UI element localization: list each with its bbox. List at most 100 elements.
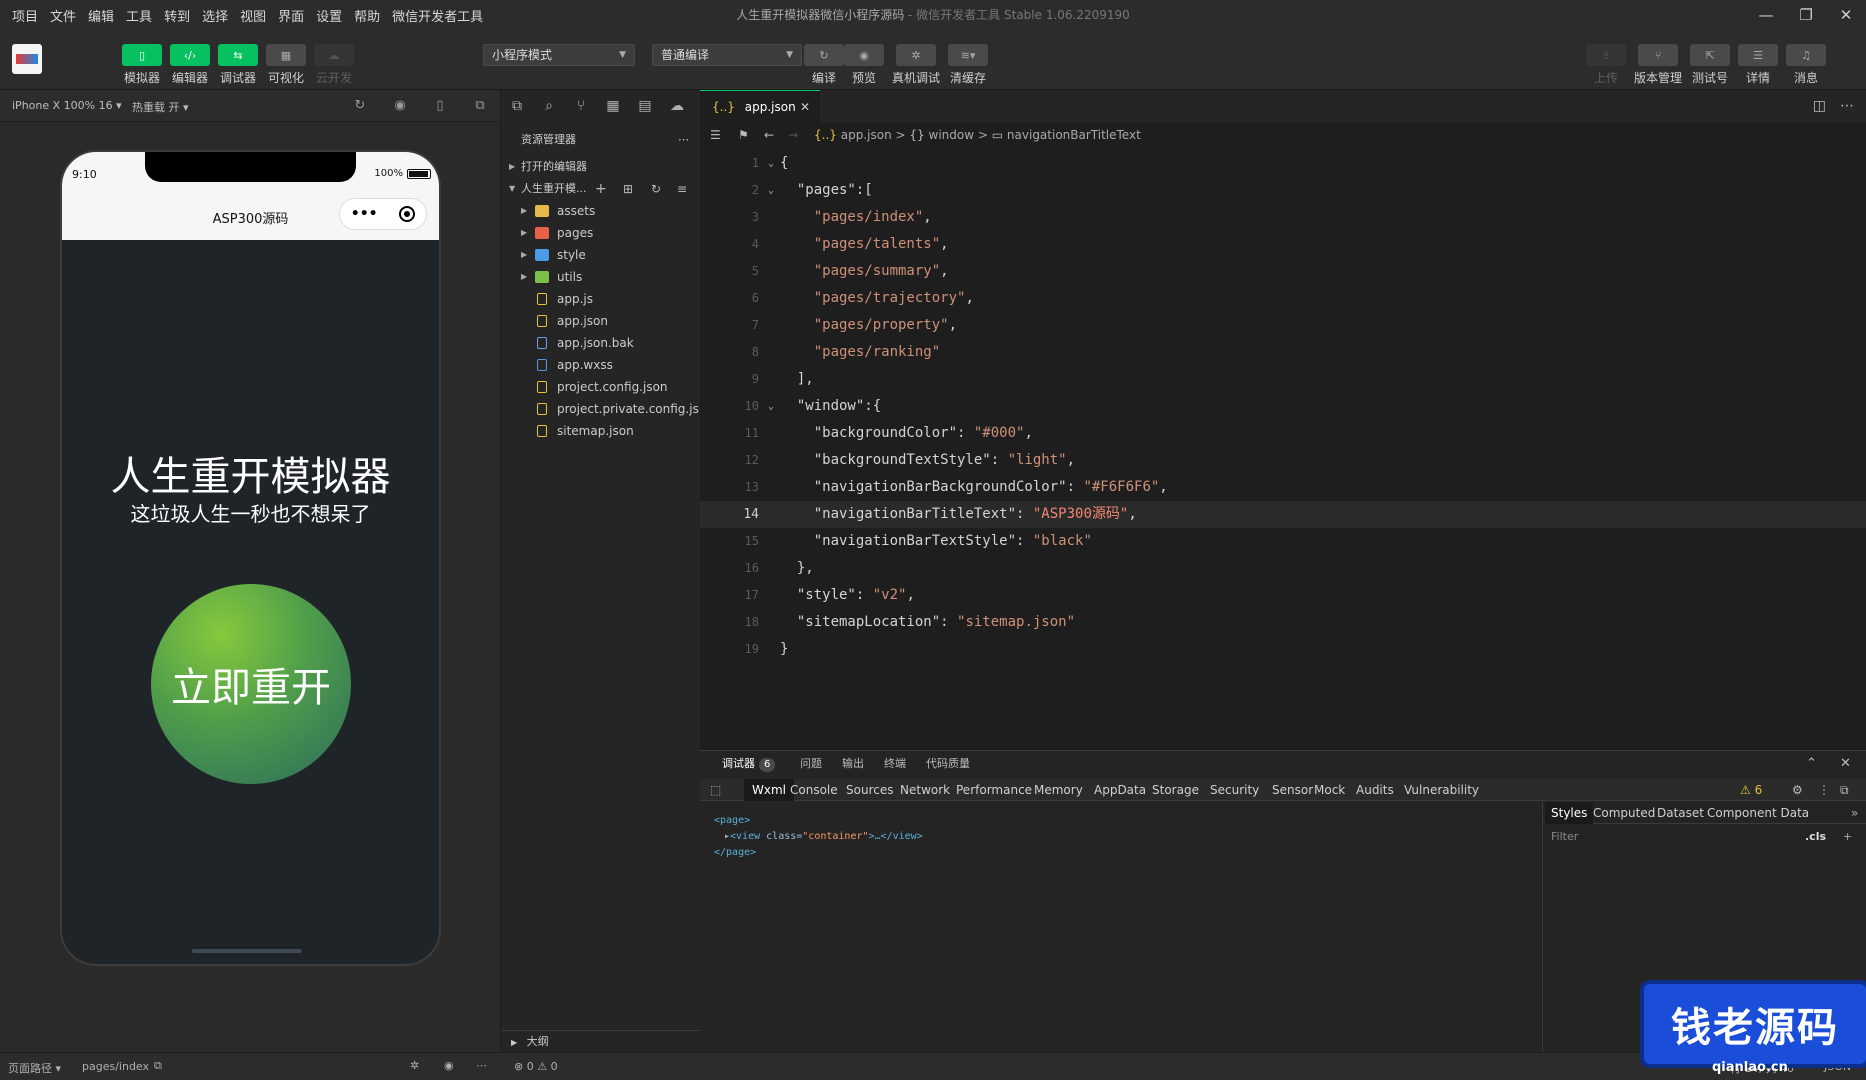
new-folder-icon[interactable]: ⊞	[623, 178, 633, 200]
devtools-tab-appdata[interactable]: AppData	[1094, 779, 1146, 801]
warning-badge[interactable]: ⚠ 6	[1740, 779, 1762, 801]
restore-button[interactable]: ❐	[1786, 0, 1826, 30]
tab-styles[interactable]: Styles	[1545, 802, 1594, 824]
phone-frame-icon[interactable]: ▯	[432, 98, 448, 114]
remote-debug-button[interactable]: ✲ 真机调试	[892, 44, 940, 86]
split-editor-icon[interactable]: ◫	[1813, 98, 1826, 114]
restart-button[interactable]: 立即重开	[151, 584, 351, 784]
tree-item[interactable]: ▶ assets	[501, 200, 701, 222]
tree-item[interactable]: ▶ pages	[501, 222, 701, 244]
fold-icon[interactable]: ⌄	[768, 177, 774, 204]
devtools-tab-sensor[interactable]: Sensor	[1272, 779, 1313, 801]
cloud-icon[interactable]: ☁	[661, 98, 693, 114]
close-tab-icon[interactable]: ✕	[800, 91, 810, 123]
menu-item[interactable]: 转到	[158, 6, 196, 25]
devtools-tab-storage[interactable]: Storage	[1152, 779, 1199, 801]
close-window-button[interactable]: ✕	[1826, 0, 1866, 30]
minimize-button[interactable]: —	[1746, 0, 1786, 30]
code-line[interactable]: 16 },	[700, 555, 1866, 582]
eye-small-icon[interactable]: ◉	[444, 1059, 454, 1072]
messages-button[interactable]: ♫ 消息	[1784, 44, 1828, 86]
dock-icon[interactable]: ⧉	[1840, 779, 1849, 801]
code-line[interactable]: 8 "pages/ranking"	[700, 339, 1866, 366]
debugger-button[interactable]: ⇆ 调试器	[216, 44, 260, 86]
devtools-tab-network[interactable]: Network	[900, 779, 950, 801]
outline-section[interactable]: ▶ 大纲	[501, 1030, 701, 1052]
devtools-tab-security[interactable]: Security	[1210, 779, 1259, 801]
visual-button[interactable]: ▦ 可视化	[264, 44, 308, 86]
menu-item[interactable]: 项目	[6, 6, 44, 25]
tree-item[interactable]: ▶ style	[501, 244, 701, 266]
tab-dataset[interactable]: Dataset	[1657, 802, 1704, 824]
tree-item[interactable]: app.json.bak	[501, 332, 701, 354]
tab-debugger[interactable]: 调试器 6	[722, 751, 776, 777]
device-select[interactable]: iPhone X 100% 16 ▾	[12, 99, 122, 112]
breadcrumb-file[interactable]: app.json	[841, 128, 892, 142]
copy-icon[interactable]: ⧉	[154, 1059, 162, 1073]
compile-select[interactable]: 普通编译 ▼	[652, 44, 802, 66]
code-line[interactable]: 5 "pages/summary",	[700, 258, 1866, 285]
code-line[interactable]: 1 ⌄ {	[700, 150, 1866, 177]
devtools-tab-wxml[interactable]: Wxml	[744, 779, 794, 801]
code-line[interactable]: 15 "navigationBarTextStyle": "black"	[700, 528, 1866, 555]
tree-item[interactable]: project.private.config.js...	[501, 398, 710, 420]
popout-icon[interactable]: ⧉	[472, 98, 488, 114]
tab-terminal[interactable]: 终端	[884, 751, 906, 777]
page-path-label[interactable]: 页面路径 ▾	[8, 1060, 61, 1076]
devtools-tab-performance[interactable]: Performance	[956, 779, 1032, 801]
chevron-double-right-icon[interactable]: »	[1851, 802, 1858, 824]
menu-item[interactable]: 编辑	[82, 6, 120, 25]
menu-item[interactable]: 帮助	[348, 6, 386, 25]
wxml-tree[interactable]: <page> ▸<view class="container">…</view>…	[714, 813, 923, 861]
project-root[interactable]: ▼ 人生重开模... + ⊞ ↻ ≡	[501, 178, 701, 200]
tab-component-data[interactable]: Component Data	[1707, 802, 1809, 824]
files-icon[interactable]: ⧉	[501, 98, 533, 114]
version-button[interactable]: ⑂ 版本管理	[1634, 44, 1682, 86]
simulator-button[interactable]: ▯ 模拟器	[120, 44, 164, 86]
new-file-icon[interactable]: +	[595, 178, 607, 200]
bookmark-icon[interactable]: ⚑	[738, 122, 749, 148]
code-line[interactable]: 19}	[700, 636, 1866, 663]
code-line[interactable]: 11 "backgroundColor": "#000",	[700, 420, 1866, 447]
rotate-icon[interactable]: ↻	[352, 98, 368, 114]
more-icon[interactable]: ⋯	[678, 130, 689, 150]
record-icon[interactable]: ◉	[392, 98, 408, 114]
devtools-tab-console[interactable]: Console	[790, 779, 838, 801]
settings-small-icon[interactable]: ✲	[410, 1059, 419, 1072]
details-button[interactable]: ☰ 详情	[1736, 44, 1780, 86]
editor-button[interactable]: ‹/› 编辑器	[168, 44, 212, 86]
code-line[interactable]: 4 "pages/talents",	[700, 231, 1866, 258]
wxml-page-close[interactable]: </page>	[714, 845, 923, 861]
code-line[interactable]: 14 "navigationBarTitleText": "ASP300源码",	[700, 501, 1866, 528]
fold-icon[interactable]: ⌄	[768, 393, 774, 420]
menu-item[interactable]: 界面	[272, 6, 310, 25]
collapse-up-icon[interactable]: ⌃	[1806, 751, 1817, 777]
close-target-icon[interactable]	[399, 206, 416, 222]
menu-item[interactable]: 选择	[196, 6, 234, 25]
wxml-page-open[interactable]: <page>	[714, 813, 923, 829]
forward-icon[interactable]: →	[788, 122, 798, 148]
devtools-tab-audits[interactable]: Audits	[1356, 779, 1394, 801]
cls-toggle[interactable]: .cls	[1805, 826, 1826, 848]
menu-item[interactable]: 微信开发者工具	[386, 6, 489, 25]
add-rule-icon[interactable]: +	[1843, 826, 1852, 848]
hotreload-toggle[interactable]: 热重载 开 ▾	[132, 99, 189, 115]
tree-item[interactable]: app.js	[501, 288, 701, 310]
clear-cache-button[interactable]: ≋▾ 清缓存	[946, 44, 990, 86]
code-line[interactable]: 18 "sitemapLocation": "sitemap.json"	[700, 609, 1866, 636]
tab-code-quality[interactable]: 代码质量	[926, 751, 970, 777]
fold-icon[interactable]: ⌄	[768, 150, 774, 177]
kebab-icon[interactable]: ⋮	[1818, 779, 1830, 801]
menu-item[interactable]: 视图	[234, 6, 272, 25]
code-line[interactable]: 9 ],	[700, 366, 1866, 393]
list-icon[interactable]: ☰	[710, 122, 721, 148]
code-line[interactable]: 10 ⌄ "window":{	[700, 393, 1866, 420]
back-icon[interactable]: ←	[764, 122, 774, 148]
code-line[interactable]: 7 "pages/property",	[700, 312, 1866, 339]
tree-item[interactable]: project.config.json	[501, 376, 701, 398]
preview-button[interactable]: ◉ 预览	[842, 44, 886, 86]
code-line[interactable]: 6 "pages/trajectory",	[700, 285, 1866, 312]
errors-status[interactable]: ⊗ 0 ⚠ 0	[514, 1060, 558, 1073]
git-icon[interactable]: ⑂	[565, 98, 597, 114]
tab-app-json[interactable]: {..} app.json ✕	[700, 90, 820, 122]
